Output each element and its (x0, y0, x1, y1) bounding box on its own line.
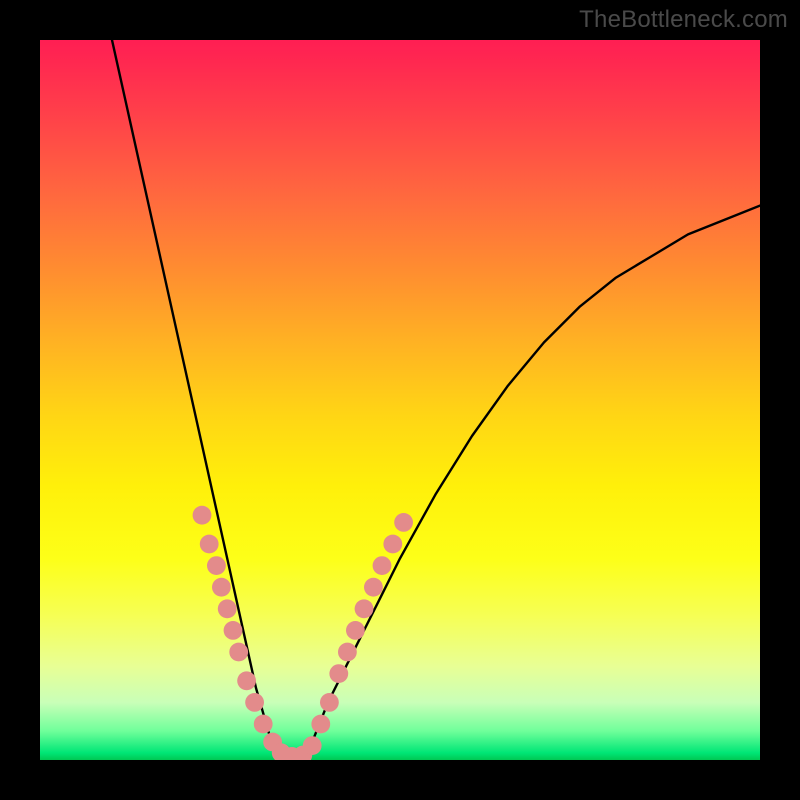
marker-dot (212, 578, 231, 597)
marker-dot (355, 599, 374, 618)
plot-area (40, 40, 760, 760)
curve-line (112, 40, 760, 760)
marker-dot (373, 556, 392, 575)
marker-dot (338, 643, 357, 662)
marker-dot (200, 535, 219, 554)
marker-dot (394, 513, 413, 532)
marker-dot (254, 715, 273, 734)
marker-dot (207, 556, 226, 575)
watermark-text: TheBottleneck.com (579, 6, 788, 34)
marker-dot (329, 664, 348, 683)
marker-dot (193, 506, 212, 525)
marker-dot (364, 578, 383, 597)
curve-markers (193, 506, 413, 760)
marker-dot (383, 535, 402, 554)
chart-frame: TheBottleneck.com (0, 0, 800, 800)
marker-dot (311, 715, 330, 734)
marker-dot (237, 671, 256, 690)
marker-dot (346, 621, 365, 640)
marker-dot (229, 643, 248, 662)
marker-dot (320, 693, 339, 712)
marker-dot (218, 599, 237, 618)
marker-dot (245, 693, 264, 712)
marker-dot (303, 736, 322, 755)
marker-dot (224, 621, 243, 640)
chart-svg (40, 40, 760, 760)
